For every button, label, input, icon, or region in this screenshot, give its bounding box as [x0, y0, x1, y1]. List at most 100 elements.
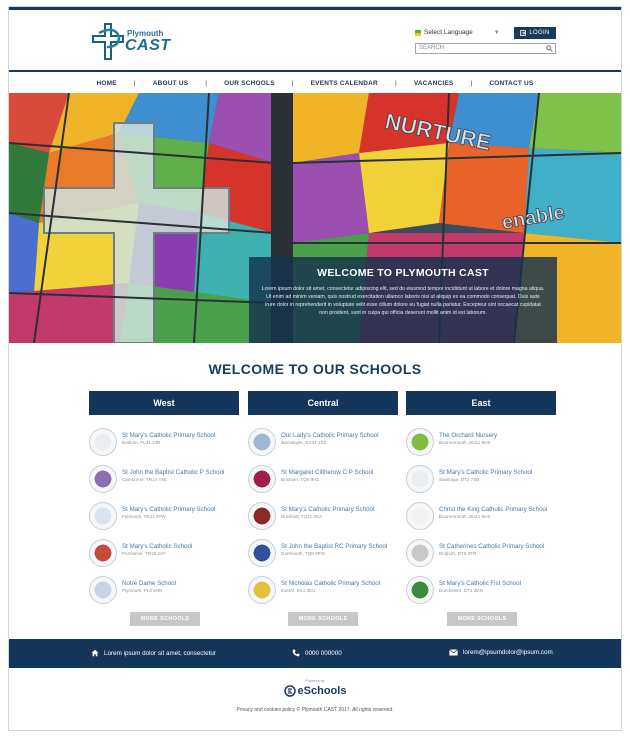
school-list-item[interactable]: St John the Baptist Catholic P School Cam…: [89, 463, 239, 500]
school-name-link[interactable]: St Mary's Catholic Primary School: [122, 506, 215, 513]
top-accent-bar: [9, 7, 621, 10]
school-address: Brixham, TQ5 9HZ: [281, 477, 320, 482]
footer-address-text: Lorem ipsum dolor sit amet, consectetur: [104, 649, 216, 657]
schools-column-east: East The Orchard Nursery Bournemouth, BH11…: [406, 391, 556, 611]
school-name-link[interactable]: St Nicholas Catholic Primary School: [281, 580, 380, 587]
school-crest-icon: [89, 576, 117, 604]
school-list-item[interactable]: St Mary's Catholic Primary School Bodmin,…: [89, 426, 239, 463]
nav-home[interactable]: HOME: [80, 80, 134, 87]
school-crest-icon: [89, 539, 117, 567]
school-list-item[interactable]: St Mary's Catholic Fist School Dorchester…: [406, 574, 556, 611]
search-icon[interactable]: [546, 45, 553, 52]
school-list-item[interactable]: St Mary's Catholic School Penzance, TR18 …: [89, 537, 239, 574]
brand-name-big: CAST: [125, 37, 171, 54]
school-name-link[interactable]: St Margaret Clitherow C P School: [281, 469, 373, 476]
nav-about-us[interactable]: ABOUT US: [136, 80, 206, 87]
school-address: Bournemouth, BH11 9HS: [439, 440, 491, 445]
school-address: Bodmin, PL31 2JR: [122, 440, 161, 445]
school-list-item[interactable]: St Nicholas Catholic Primary School Exete…: [248, 574, 398, 611]
eschools-mark-icon: [283, 685, 296, 697]
school-name-link[interactable]: Notre Dame School: [122, 580, 176, 587]
language-selector[interactable]: Select Language ▼: [415, 29, 500, 36]
school-crest-icon: [406, 576, 434, 604]
school-address: Barnstaple, EX31 1EZ: [281, 440, 327, 445]
school-list-item[interactable]: The Orchard Nursery Bournemouth, BH11 9HS: [406, 426, 556, 463]
school-list-item[interactable]: St Mary's Catholic Primary School Falmout…: [89, 500, 239, 537]
envelope-icon: [449, 649, 458, 656]
more-schools-button-west[interactable]: MORE SCHOOLS: [130, 612, 200, 626]
school-name-link[interactable]: St Mary's Catholic Primary School: [122, 432, 215, 439]
eschools-logo: eSchools: [283, 685, 346, 697]
powered-by-eschools[interactable]: Powered by eSchools: [9, 679, 621, 702]
footer-email-text: lorem@ipsumdolor@ipsum.com: [463, 649, 553, 656]
cross-logo-icon: [92, 23, 124, 60]
nav-our-schools[interactable]: OUR SCHOOLS: [207, 80, 292, 87]
nav-events-calendar[interactable]: EVENTS CALENDAR: [294, 80, 395, 87]
schools-section-title: WELCOME TO OUR SCHOOLS: [208, 361, 422, 377]
school-address: Camborne, TR14 7AE: [122, 477, 168, 482]
welcome-box: WELCOME TO PLYMOUTH CAST Lorem ipsum dol…: [249, 257, 557, 343]
school-address: Dartmouth, TQ6 9PW: [281, 551, 326, 556]
hero-title: WELCOME TO PLYMOUTH CAST: [317, 267, 489, 279]
school-crest-icon: [89, 465, 117, 493]
plymouth-cast-logo[interactable]: Plymouth CAST: [89, 21, 179, 61]
school-crest-icon: [248, 428, 276, 456]
footer-phone[interactable]: 0000 000000: [292, 649, 342, 657]
footer-phone-text: 0000 000000: [305, 649, 342, 657]
phone-icon: [292, 649, 300, 657]
schools-column-west: West St Mary's Catholic Primary School Bod…: [89, 391, 239, 611]
home-icon: [91, 649, 99, 657]
search-input[interactable]: SEARCH: [415, 43, 556, 54]
footer-email[interactable]: lorem@ipsumdolor@ipsum.com: [449, 649, 553, 656]
school-crest-icon: [248, 465, 276, 493]
login-button[interactable]: LOGIN: [514, 27, 556, 39]
school-name-link[interactable]: St Mary's Catholic Primary School: [439, 469, 532, 476]
schools-list: St Mary's Catholic Primary School Bodmin,…: [89, 426, 239, 611]
google-translate-icon: [415, 29, 421, 36]
language-label: Select Language: [424, 29, 473, 36]
school-list-item[interactable]: Notre Dame School Plymouth, PL6 5HN: [89, 574, 239, 611]
more-schools-button-east[interactable]: MORE SCHOOLS: [447, 612, 517, 626]
copyright-text: Privacy and cookies policy © Plymouth CA…: [236, 707, 394, 713]
chevron-down-icon: ▼: [493, 29, 500, 36]
school-list-item[interactable]: St Margaret Clitherow C P School Brixham,…: [248, 463, 398, 500]
school-crest-icon: [406, 465, 434, 493]
school-name-link[interactable]: St Mary's Catholic School: [122, 543, 192, 550]
school-crest-icon: [248, 539, 276, 567]
school-address: Bournemouth, BH11 9HX: [439, 514, 491, 519]
login-label: LOGIN: [529, 30, 550, 36]
school-list-item[interactable]: St Catherines Catholic Primary School Bri…: [406, 537, 556, 574]
school-name-link[interactable]: Our Lady's Catholic Primary School: [281, 432, 378, 439]
school-list-item[interactable]: St John the Baptist RC Primary School Dar…: [248, 537, 398, 574]
school-name-link[interactable]: St Mary's Catholic Fist School: [439, 580, 521, 587]
school-address: Exeter, EX1 3EU: [281, 588, 316, 593]
school-name-link[interactable]: St John the Baptist Catholic P School: [122, 469, 224, 476]
page-frame: Plymouth CAST Select Language ▼ LOGIN SE…: [8, 6, 622, 731]
school-list-item[interactable]: Christ the King Catholic Primary School B…: [406, 500, 556, 537]
schools-column-heading: East: [406, 391, 556, 415]
hero-body: Lorem ipsum dolor sit amet, consectetur …: [261, 286, 545, 316]
nav-divider: [9, 70, 621, 72]
nav-contact-us[interactable]: CONTACT US: [472, 80, 550, 87]
school-name-link[interactable]: St John the Baptist RC Primary School: [281, 543, 387, 550]
more-schools-button-central[interactable]: MORE SCHOOLS: [288, 612, 358, 626]
nav-vacancies[interactable]: VACANCIES: [397, 80, 471, 87]
schools-column-heading: West: [89, 391, 239, 415]
schools-column-central: Central Our Lady's Catholic Primary Schoo…: [248, 391, 398, 611]
school-name-link[interactable]: St Catherines Catholic Primary School: [439, 543, 544, 550]
school-crest-icon: [248, 576, 276, 604]
school-list-item[interactable]: Our Lady's Catholic Primary School Barnst…: [248, 426, 398, 463]
school-crest-icon: [406, 428, 434, 456]
school-name-link[interactable]: St Mary's Catholic Primary School: [281, 506, 374, 513]
search-placeholder: SEARCH: [419, 45, 445, 51]
school-name-link[interactable]: The Orchard Nursery: [439, 432, 497, 439]
footer-address: Lorem ipsum dolor sit amet, consectetur: [91, 649, 216, 657]
schools-list: The Orchard Nursery Bournemouth, BH11 9HS…: [406, 426, 556, 611]
school-address: Penzance, TR18 2AT: [122, 551, 166, 556]
school-list-item[interactable]: St Mary's Catholic Primary School Buckfas…: [248, 500, 398, 537]
school-name-link[interactable]: Christ the King Catholic Primary School: [439, 506, 547, 513]
hero-banner: NURTURE enable WELCOME TO PLYMOUTH CAST …: [9, 93, 621, 343]
schools-list: Our Lady's Catholic Primary School Barnst…: [248, 426, 398, 611]
school-crest-icon: [248, 502, 276, 530]
school-list-item[interactable]: St Mary's Catholic Primary School Swanage…: [406, 463, 556, 500]
